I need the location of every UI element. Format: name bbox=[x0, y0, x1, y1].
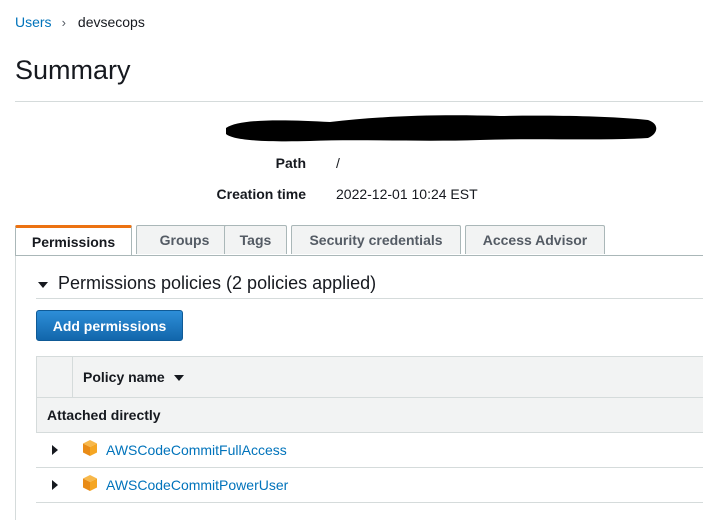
expander-column-header bbox=[37, 357, 73, 397]
table-row: AWSCodeCommitPowerUser bbox=[36, 468, 703, 503]
path-row: Path / bbox=[110, 155, 340, 171]
redaction-mark bbox=[226, 115, 657, 142]
tab-tags[interactable]: Tags bbox=[224, 225, 287, 254]
path-value: / bbox=[336, 155, 340, 171]
tab-access-advisor[interactable]: Access Advisor bbox=[465, 225, 605, 254]
sort-caret-icon bbox=[173, 375, 184, 381]
breadcrumb-current: devsecops bbox=[77, 14, 145, 30]
creation-time-row: Creation time 2022-12-01 10:24 EST bbox=[110, 186, 478, 202]
title-divider bbox=[15, 101, 703, 102]
add-permissions-button[interactable]: Add permissions bbox=[36, 310, 183, 341]
policy-name-header-label: Policy name bbox=[83, 369, 165, 385]
creation-time-label: Creation time bbox=[216, 186, 306, 202]
permissions-policies-title: Permissions policies (2 policies applied… bbox=[58, 273, 377, 293]
expand-caret-icon[interactable] bbox=[52, 445, 58, 455]
tab-permissions[interactable]: Permissions bbox=[15, 225, 132, 256]
tab-bar: Permissions Groups Tags Security credent… bbox=[15, 225, 703, 256]
breadcrumb-separator-icon: › bbox=[61, 14, 66, 30]
section-divider bbox=[36, 298, 703, 299]
breadcrumb: Users › devsecops bbox=[15, 14, 145, 30]
policy-name-column-header[interactable]: Policy name bbox=[73, 357, 184, 397]
permissions-policies-header[interactable]: Permissions policies (2 policies applied… bbox=[38, 273, 376, 294]
tab-divider bbox=[15, 255, 703, 256]
expand-caret-icon[interactable] bbox=[52, 480, 58, 490]
table-row: AWSCodeCommitFullAccess bbox=[36, 433, 703, 468]
policy-link-codecommit-power-user[interactable]: AWSCodeCommitPowerUser bbox=[106, 477, 288, 493]
group-row-attached-directly: Attached directly bbox=[36, 398, 703, 433]
panel-border bbox=[15, 256, 16, 520]
path-label: Path bbox=[275, 155, 306, 171]
aws-managed-policy-cube-icon bbox=[83, 475, 97, 491]
aws-managed-policy-cube-icon bbox=[83, 440, 97, 456]
tab-security-credentials[interactable]: Security credentials bbox=[291, 225, 461, 254]
policies-table: Policy name Attached directly AWSCodeCom… bbox=[36, 356, 703, 503]
table-header: Policy name bbox=[36, 356, 703, 398]
collapse-caret-icon bbox=[38, 281, 48, 288]
breadcrumb-users-link[interactable]: Users bbox=[15, 14, 52, 30]
policy-link-codecommit-full-access[interactable]: AWSCodeCommitFullAccess bbox=[106, 442, 287, 458]
tab-groups[interactable]: Groups bbox=[136, 225, 233, 254]
page-title: Summary bbox=[15, 55, 131, 85]
creation-time-value: 2022-12-01 10:24 EST bbox=[336, 186, 478, 202]
